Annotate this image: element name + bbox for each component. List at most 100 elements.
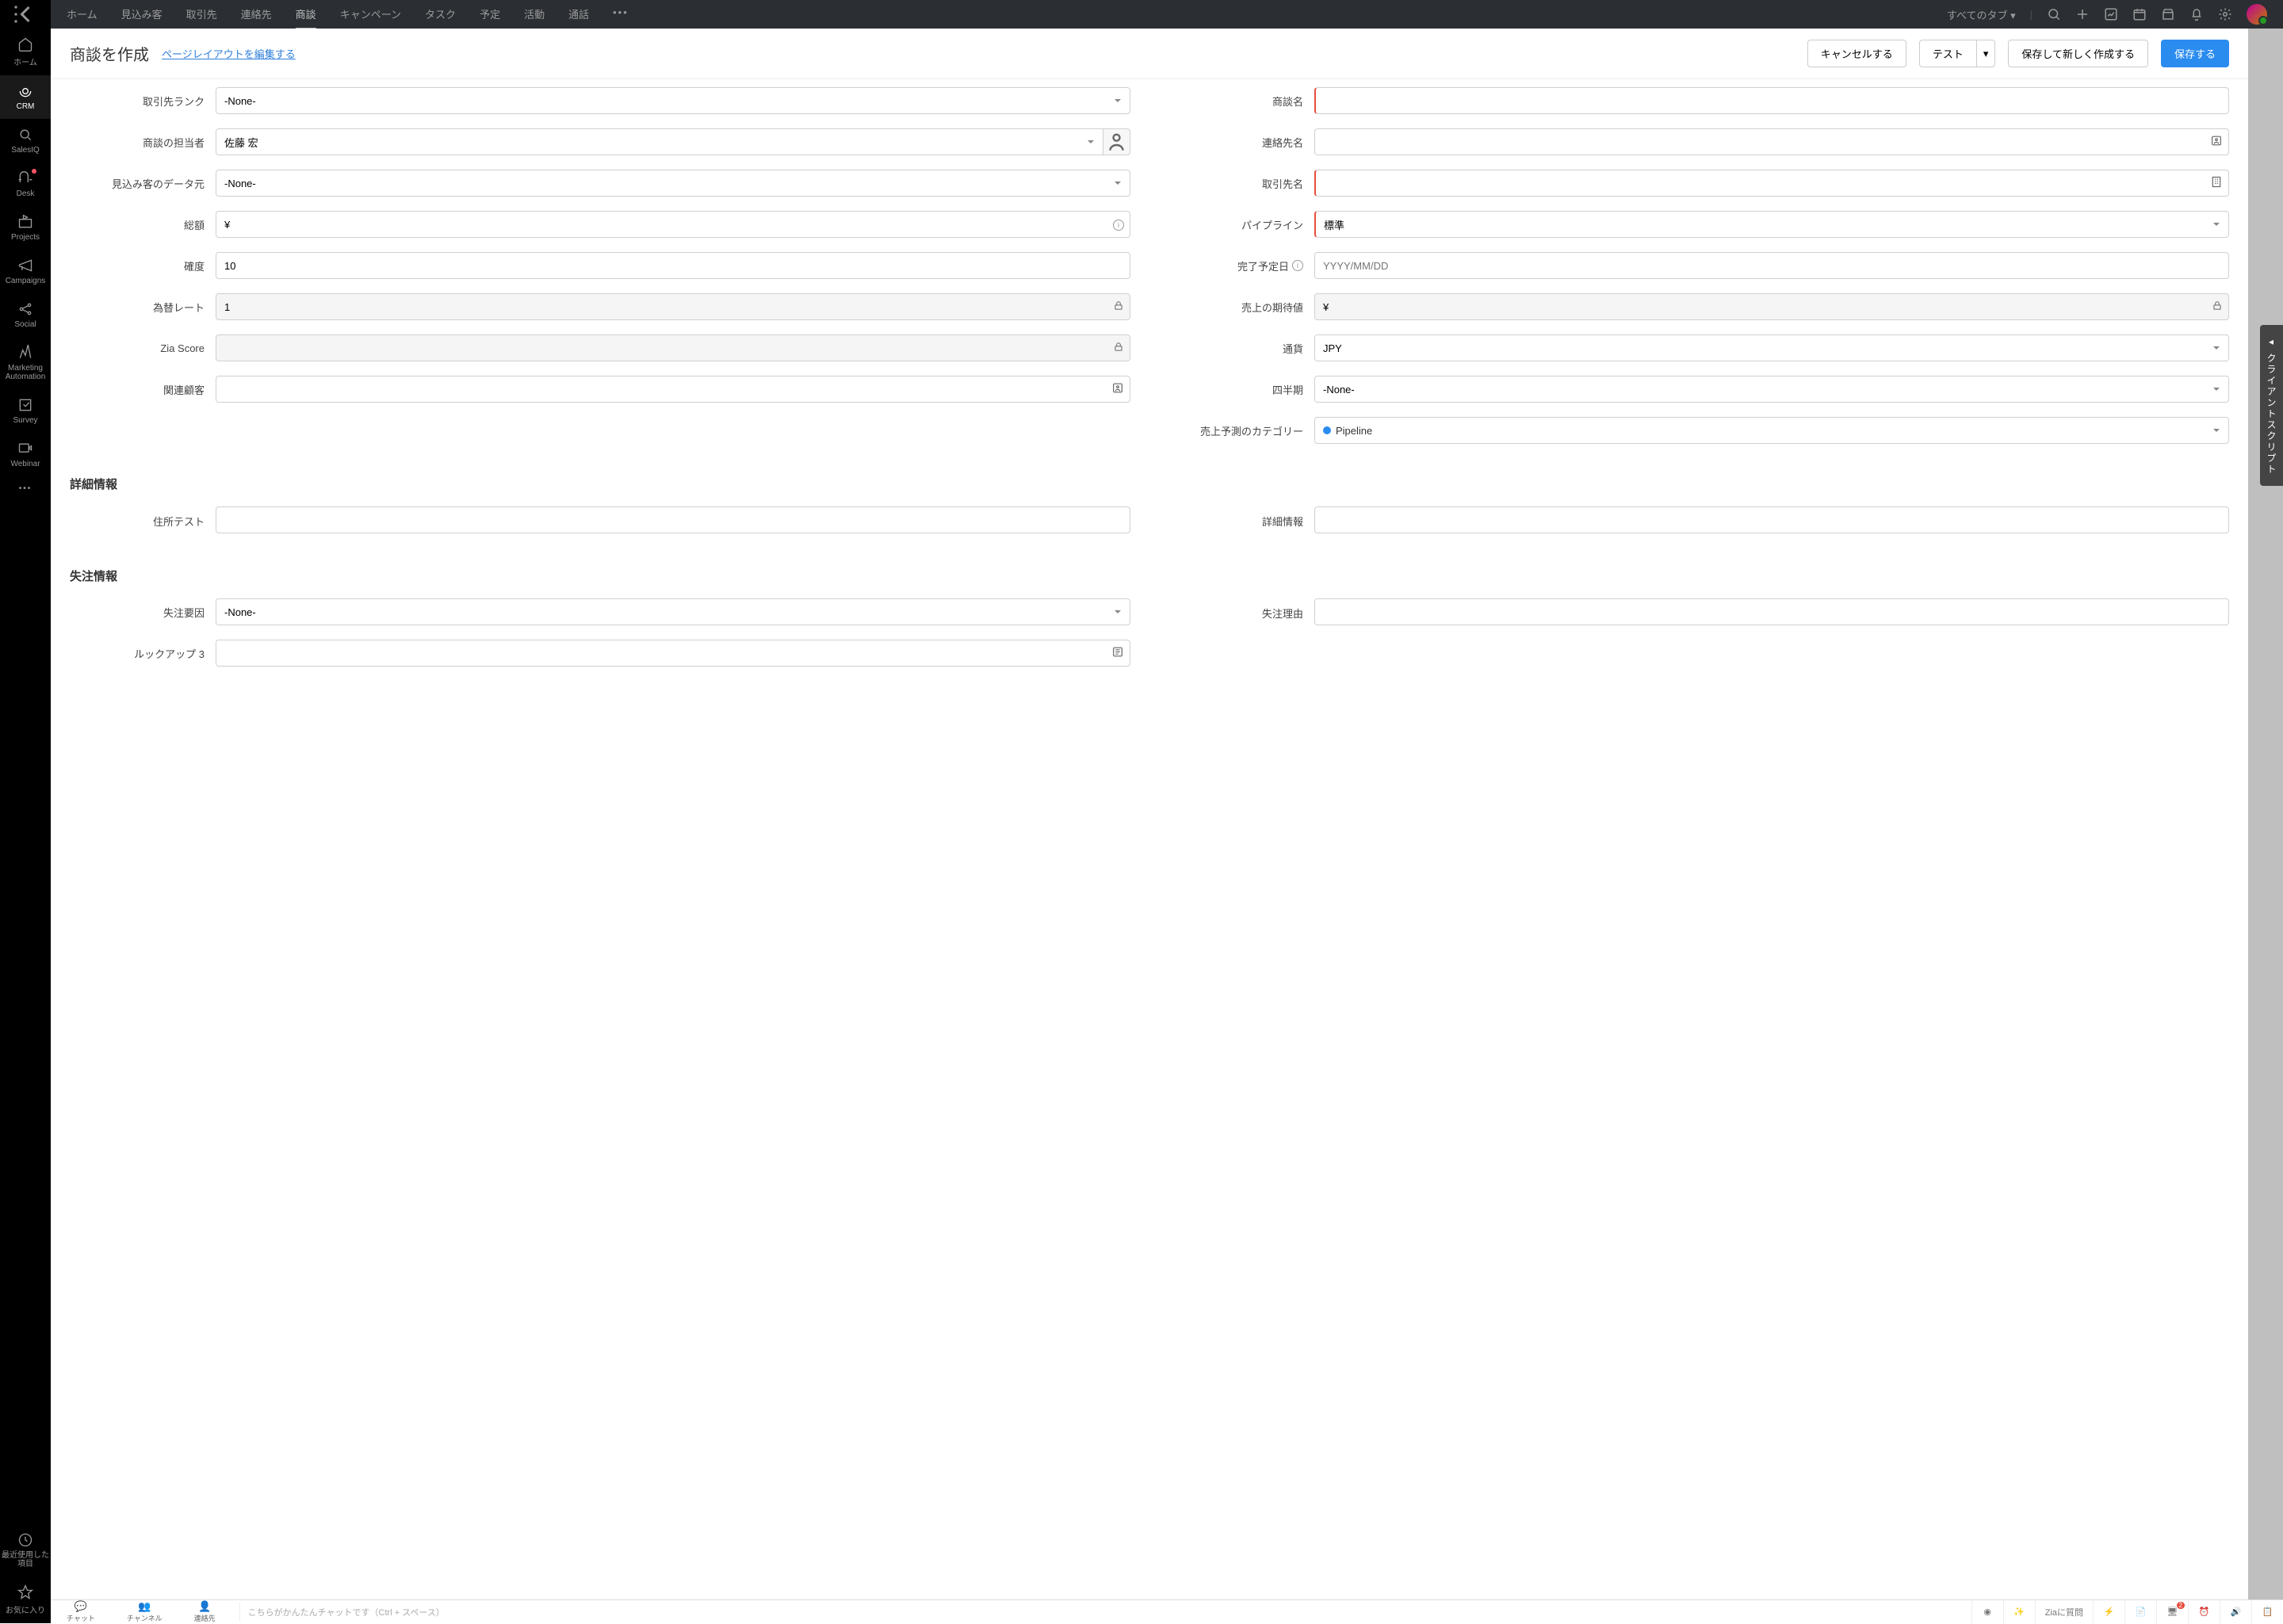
bottom-tab-chat[interactable]: 💬チャット xyxy=(67,1600,95,1623)
rail-label: SalesIQ xyxy=(11,146,40,155)
label-amount: 総額 xyxy=(70,217,205,232)
client-script-tab[interactable]: ◂ クライアントスクリプト xyxy=(2260,325,2283,486)
expected-revenue-input xyxy=(1314,293,2229,320)
bottom-tab-contacts[interactable]: 👤連絡先 xyxy=(194,1600,216,1623)
info-icon[interactable]: i xyxy=(1113,218,1124,231)
sound-icon[interactable]: 🔊 xyxy=(2220,1600,2251,1624)
rail-more[interactable]: ••• xyxy=(0,476,51,501)
rail-salesiq[interactable]: SalesIQ xyxy=(0,119,51,162)
rail-label: Campaigns xyxy=(6,277,46,285)
test-dropdown[interactable]: ▾ xyxy=(1976,40,1996,67)
address-test-textarea[interactable] xyxy=(216,506,1130,533)
status-dot xyxy=(1323,426,1331,434)
rail-projects[interactable]: Projects xyxy=(0,206,51,250)
related-customer-input[interactable] xyxy=(216,376,1130,403)
rail-webinar[interactable]: Webinar xyxy=(0,433,51,476)
label-currency: 通貨 xyxy=(1168,341,1303,356)
probability-input[interactable] xyxy=(216,252,1130,279)
lookup-icon[interactable] xyxy=(2210,135,2223,150)
label-address-test: 住所テスト xyxy=(70,514,205,529)
rail-marketing[interactable]: Marketing Automation xyxy=(0,337,51,389)
doc-icon[interactable]: 📄 xyxy=(2124,1600,2156,1624)
crm-icon xyxy=(17,83,33,99)
building-icon[interactable] xyxy=(2210,176,2223,191)
screen-icon[interactable]: 🖥2 xyxy=(2156,1600,2188,1624)
label-expected-revenue: 売上の期待値 xyxy=(1168,300,1303,315)
cancel-button[interactable]: キャンセルする xyxy=(1807,40,1906,67)
rail-favorites[interactable]: お気に入り xyxy=(0,1576,51,1623)
detail-info-textarea[interactable] xyxy=(1314,506,2229,533)
rail-home[interactable]: ホーム xyxy=(0,29,51,75)
contact-name-input[interactable] xyxy=(1314,128,2229,155)
rail-collapse-icon[interactable] xyxy=(0,0,51,29)
quarter-select[interactable] xyxy=(1314,376,2229,403)
rail-label: Survey xyxy=(13,416,37,425)
record-icon[interactable]: ◉ xyxy=(1971,1600,2003,1624)
label-lost-reason: 失注要因 xyxy=(70,605,205,620)
zia-icon[interactable]: ⚡ xyxy=(2093,1600,2124,1624)
lost-reason-select[interactable] xyxy=(216,598,1130,625)
label-zia-score: Zia Score xyxy=(70,342,205,354)
deal-name-input[interactable] xyxy=(1314,87,2229,114)
rail-recent[interactable]: 最近使用した項目 xyxy=(0,1524,51,1576)
contact-icon: 👤 xyxy=(198,1600,211,1613)
campaigns-icon xyxy=(17,258,33,273)
section-detail-title: 詳細情報 xyxy=(70,476,2229,492)
lead-source-select[interactable] xyxy=(216,170,1130,197)
label-lookup3: ルックアップ 3 xyxy=(70,646,205,661)
salesiq-icon xyxy=(17,127,33,143)
currency-select[interactable] xyxy=(1314,334,2229,361)
channel-icon: 👥 xyxy=(138,1600,151,1613)
label-account-name: 取引先名 xyxy=(1168,176,1303,191)
label-quarter: 四半期 xyxy=(1168,382,1303,397)
label-pipeline: パイプライン xyxy=(1168,217,1303,232)
quick-chat-input[interactable]: こちらがかんたんチャットです（Ctrl + スペース） xyxy=(239,1603,1971,1622)
rail-survey[interactable]: Survey xyxy=(0,389,51,433)
lookup3-input[interactable] xyxy=(216,640,1130,667)
marketing-icon xyxy=(17,345,33,361)
badge: 2 xyxy=(2177,1602,2185,1609)
label-detail-info: 詳細情報 xyxy=(1168,514,1303,529)
rail-label: Webinar xyxy=(10,460,40,468)
star-icon xyxy=(17,1584,33,1600)
lock-icon xyxy=(1113,342,1124,355)
edit-layout-link[interactable]: ページレイアウトを編集する xyxy=(162,46,296,61)
rail-label: ホーム xyxy=(13,55,37,67)
forecast-category-select[interactable]: Pipeline xyxy=(1314,417,2229,444)
pipeline-select[interactable] xyxy=(1314,211,2229,238)
test-button[interactable]: テスト xyxy=(1919,40,1976,67)
projects-icon xyxy=(17,214,33,230)
desk-icon xyxy=(17,170,33,186)
amount-input[interactable] xyxy=(216,211,1130,238)
bottom-tab-channel[interactable]: 👥チャンネル xyxy=(127,1600,163,1623)
left-rail: ホーム CRM SalesIQ Desk Projects Campaigns … xyxy=(0,0,51,1623)
rail-label: Social xyxy=(14,320,36,329)
alarm-icon[interactable]: ⏰ xyxy=(2188,1600,2220,1624)
label-related-customer: 関連顧客 xyxy=(70,382,205,397)
exchange-rate-input xyxy=(216,293,1130,320)
lookup-icon[interactable] xyxy=(1111,382,1124,397)
rail-label: 最近使用した項目 xyxy=(0,1551,51,1569)
social-icon xyxy=(17,301,33,317)
close-date-input[interactable] xyxy=(1314,252,2229,279)
rail-campaigns[interactable]: Campaigns xyxy=(0,250,51,293)
rail-social[interactable]: Social xyxy=(0,293,51,337)
rail-desk[interactable]: Desk xyxy=(0,162,51,206)
lost-reason-detail-textarea[interactable] xyxy=(1314,598,2229,625)
rail-crm[interactable]: CRM xyxy=(0,75,51,119)
lookup-icon[interactable] xyxy=(1111,646,1124,661)
save-new-button[interactable]: 保存して新しく作成する xyxy=(2008,40,2148,67)
rail-label: Marketing Automation xyxy=(0,364,51,381)
wand-icon[interactable]: ✨ xyxy=(2003,1600,2035,1624)
account-rank-select[interactable] xyxy=(216,87,1130,114)
label-forecast-category: 売上予測のカテゴリー xyxy=(1168,423,1303,438)
zia-question[interactable]: Ziaに質問 xyxy=(2035,1600,2093,1624)
owner-select[interactable] xyxy=(216,128,1103,155)
rail-label: Projects xyxy=(11,233,40,242)
notification-dot xyxy=(32,169,36,174)
clipboard-icon[interactable]: 📋 xyxy=(2251,1600,2283,1624)
save-button[interactable]: 保存する xyxy=(2161,40,2229,67)
account-name-input[interactable] xyxy=(1314,170,2229,197)
owner-lookup-icon[interactable] xyxy=(1103,128,1130,155)
label-contact-name: 連絡先名 xyxy=(1168,135,1303,150)
